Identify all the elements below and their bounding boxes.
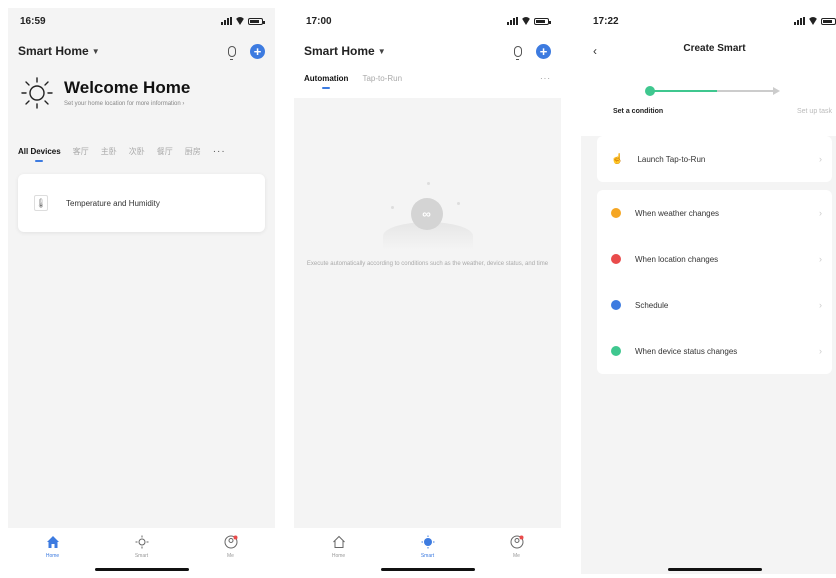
smart-screen: 17:00 Smart Home ▼ + Automation Tap-to-R… bbox=[294, 8, 561, 574]
tab-tap-to-run[interactable]: Tap-to-Run bbox=[362, 74, 402, 83]
status-time: 16:59 bbox=[20, 15, 46, 27]
device-icon bbox=[611, 346, 621, 356]
home-topbar: Smart Home ▼ + bbox=[18, 40, 265, 62]
step-label-task: Set up task bbox=[796, 108, 832, 115]
progress-stepper bbox=[645, 86, 780, 96]
add-smart-button[interactable]: + bbox=[536, 43, 551, 59]
welcome-subtitle: Set your home location for more informat… bbox=[64, 101, 185, 107]
more-icon[interactable]: ··· bbox=[213, 146, 226, 157]
welcome-title: Welcome Home bbox=[64, 78, 191, 97]
wifi-icon bbox=[235, 17, 245, 25]
status-bar: 17:00 bbox=[294, 8, 561, 34]
tab-automation[interactable]: Automation bbox=[304, 74, 348, 89]
profile-icon bbox=[223, 534, 239, 550]
battery-icon bbox=[248, 17, 265, 25]
wifi-icon bbox=[808, 17, 818, 25]
tab-home[interactable]: Home bbox=[314, 534, 364, 574]
home-icon bbox=[331, 534, 347, 550]
battery-icon bbox=[534, 17, 551, 25]
welcome-banner[interactable]: Welcome Home Set your home location for … bbox=[20, 76, 265, 110]
condition-weather-row[interactable]: When weather changes › bbox=[597, 190, 832, 236]
room-tab[interactable]: 主卧 bbox=[101, 146, 117, 157]
chevron-down-icon: ▼ bbox=[377, 46, 386, 56]
status-time: 17:22 bbox=[593, 15, 619, 27]
empty-illustration: ∞ bbox=[373, 176, 483, 256]
condition-device-row[interactable]: When device status changes › bbox=[597, 328, 832, 374]
clock-icon bbox=[611, 300, 621, 310]
room-tab[interactable]: 厨房 bbox=[185, 146, 201, 157]
location-pin-icon bbox=[611, 254, 621, 264]
conditions-card: When weather changes › When location cha… bbox=[597, 190, 832, 374]
home-screen: 16:59 Smart Home ▼ + Welcome Home Set yo… bbox=[8, 8, 275, 574]
hand-tap-icon: ☝ bbox=[611, 153, 624, 165]
smart-topbar: Smart Home ▼ + bbox=[304, 40, 551, 62]
link-icon: ∞ bbox=[410, 198, 443, 230]
room-tabs: All Devices 客厅 主卧 次卧 餐厅 厨房 ··· bbox=[18, 146, 265, 162]
signal-icon bbox=[507, 17, 518, 25]
sun-icon bbox=[420, 534, 436, 550]
empty-state: ∞ Execute automatically according to con… bbox=[294, 176, 561, 269]
wifi-icon bbox=[521, 17, 531, 25]
launch-card: ☝ Launch Tap-to-Run › bbox=[597, 136, 832, 182]
create-smart-screen: 17:22 ‹ Create Smart Set a condition Set… bbox=[581, 8, 836, 574]
home-icon bbox=[45, 534, 61, 550]
signal-icon bbox=[794, 17, 805, 25]
device-name: Temperature and Humidity bbox=[66, 198, 160, 208]
room-tab-all[interactable]: All Devices bbox=[18, 147, 61, 162]
tab-me[interactable]: Me bbox=[492, 534, 542, 574]
room-tab[interactable]: 次卧 bbox=[129, 146, 145, 157]
chevron-right-icon: › bbox=[819, 154, 822, 164]
device-card[interactable]: 🌡 Temperature and Humidity bbox=[18, 174, 265, 232]
home-indicator bbox=[667, 568, 762, 571]
step-active-dot bbox=[645, 86, 655, 96]
arrow-right-icon bbox=[773, 87, 780, 95]
tab-home[interactable]: Home bbox=[28, 534, 78, 574]
chevron-right-icon: › bbox=[819, 346, 822, 356]
home-selector[interactable]: Smart Home ▼ bbox=[18, 44, 100, 58]
profile-icon bbox=[509, 534, 525, 550]
empty-state-text: Execute automatically according to condi… bbox=[306, 261, 549, 267]
sun-icon bbox=[20, 76, 54, 110]
signal-icon bbox=[221, 17, 232, 25]
microphone-icon[interactable] bbox=[514, 45, 522, 60]
condition-location-row[interactable]: When location changes › bbox=[597, 236, 832, 282]
condition-schedule-row[interactable]: Schedule › bbox=[597, 282, 832, 328]
more-icon[interactable]: ··· bbox=[540, 74, 551, 83]
page-title: Create Smart bbox=[683, 43, 746, 54]
chevron-right-icon: › bbox=[819, 300, 822, 310]
sun-icon bbox=[134, 534, 150, 550]
home-indicator bbox=[94, 568, 189, 571]
tab-me[interactable]: Me bbox=[206, 534, 256, 574]
chevron-right-icon: › bbox=[819, 254, 822, 264]
status-time: 17:00 bbox=[306, 15, 332, 27]
step-label-condition: Set a condition bbox=[613, 108, 664, 115]
weather-icon bbox=[611, 208, 621, 218]
chevron-right-icon: › bbox=[819, 208, 822, 218]
room-tab[interactable]: 客厅 bbox=[73, 146, 89, 157]
add-device-button[interactable]: + bbox=[250, 43, 265, 59]
status-bar: 16:59 bbox=[8, 8, 275, 34]
battery-icon bbox=[821, 17, 836, 25]
home-selector[interactable]: Smart Home ▼ bbox=[304, 44, 386, 58]
room-tab[interactable]: 餐厅 bbox=[157, 146, 173, 157]
launch-tap-to-run-row[interactable]: ☝ Launch Tap-to-Run › bbox=[597, 136, 832, 182]
status-bar: 17:22 bbox=[581, 8, 836, 34]
smart-subtabs: Automation Tap-to-Run ··· bbox=[304, 74, 551, 89]
home-indicator bbox=[380, 568, 475, 571]
microphone-icon[interactable] bbox=[228, 45, 236, 60]
thermometer-icon: 🌡 bbox=[34, 195, 48, 211]
chevron-down-icon: ▼ bbox=[91, 46, 100, 56]
